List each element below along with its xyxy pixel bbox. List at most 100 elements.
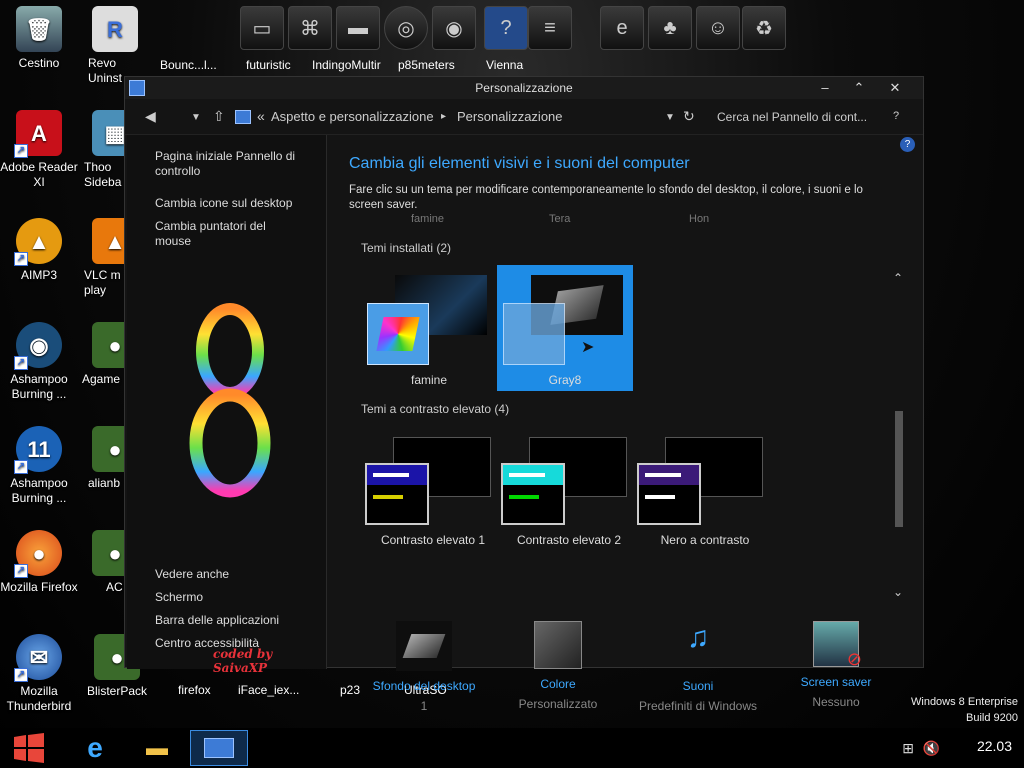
desktop-icon-thunderbird[interactable]: ✉ ↗ Mozilla Thunderbird <box>0 634 78 714</box>
desktop-icon-recycle-bin[interactable]: 🗑 Cestino <box>0 6 78 71</box>
theme-high-contrast-2[interactable]: Contrasto elevato 2 <box>501 437 637 557</box>
hc-title-bar <box>503 465 563 485</box>
screen-saver-setting[interactable]: ⊘ Screen saver Nessuno <box>771 621 901 709</box>
address-dropdown-icon[interactable]: ▼ <box>665 112 675 123</box>
desktop-icon-thoo[interactable]: ▦ Thoo Sideba <box>78 110 138 190</box>
credit-text: coded by SaivaXP <box>213 647 273 675</box>
desktop-icon-aimp[interactable]: ▲ ↗ AIMP3 <box>0 218 78 283</box>
control-panel-home-link[interactable]: Pagina iniziale Pannello di controllo <box>155 149 305 179</box>
partial-theme-label: Hon <box>689 213 710 225</box>
color-swatch-icon <box>534 621 582 669</box>
scrollbar-thumb[interactable] <box>895 411 903 527</box>
change-desktop-icons-link[interactable]: Cambia icone sul desktop <box>155 196 305 211</box>
breadcrumb-prefix[interactable]: « <box>257 108 265 124</box>
breadcrumb-separator[interactable]: ▸ <box>441 111 446 122</box>
scroll-up-icon[interactable]: ⌃ <box>893 271 903 285</box>
top-label[interactable]: p85meters <box>398 58 455 72</box>
dock-icon-gauge[interactable]: ◎ <box>384 6 428 50</box>
location-icon <box>235 110 251 124</box>
dock-icon-user[interactable]: ☺ <box>696 6 740 50</box>
taskbar-link[interactable]: Barra delle applicazioni <box>155 613 305 628</box>
desktop-background-setting[interactable]: Sfondo del desktop 1 <box>359 621 489 713</box>
help-circle-icon[interactable]: ? <box>900 137 915 152</box>
partial-theme-label: Tera <box>549 213 571 225</box>
title-bar[interactable]: Personalizzazione – ⌃ ✕ <box>125 77 923 99</box>
file-explorer-icon[interactable]: ▬ <box>128 730 186 766</box>
desktop-icon-adobe-reader[interactable]: A ↗ Adobe Reader XI <box>0 110 78 190</box>
see-also-heading: Vedere anche <box>155 567 230 581</box>
desktop-icon-vlc[interactable]: ▲ VLC m play <box>78 218 138 298</box>
system-clock[interactable]: 22.03 <box>977 738 1012 754</box>
theme-label: Gray8 <box>548 373 582 387</box>
navigation-bar: ◀ ▼ ⇧ « Aspetto e personalizzazione ▸ Pe… <box>125 99 923 135</box>
dock-icon-ie[interactable]: e <box>600 6 644 50</box>
minimize-button[interactable]: – <box>807 77 843 99</box>
top-label[interactable]: Vienna <box>486 58 523 72</box>
theme-high-contrast-black[interactable]: Nero a contrasto <box>637 437 773 557</box>
recycle-bin-icon: 🗑 <box>16 6 62 52</box>
dock-icon-recycle[interactable]: ♻ <box>742 6 786 50</box>
task-sidebar: Pagina iniziale Pannello di controllo Ca… <box>127 135 327 675</box>
top-label[interactable]: Bounc...l... <box>160 58 217 72</box>
hc-title-bar <box>639 465 699 485</box>
desktop-label[interactable]: firefox <box>178 683 211 697</box>
dock-icon-camera[interactable]: ◉ <box>432 6 476 50</box>
dock-icon-shirt[interactable]: ♣ <box>648 6 692 50</box>
themes-scrollbar[interactable]: ⌃ ⌄ <box>893 271 903 601</box>
breadcrumb-item[interactable]: Personalizzazione <box>457 109 563 124</box>
aimp-icon: ▲ ↗ <box>14 218 62 266</box>
change-mouse-pointers-link[interactable]: Cambia puntatori del mouse <box>155 219 305 249</box>
scroll-down-icon[interactable]: ⌄ <box>893 585 903 599</box>
close-button[interactable]: ✕ <box>877 77 913 99</box>
refresh-icon[interactable]: ↻ <box>683 108 695 125</box>
start-windows-icon[interactable] <box>0 730 58 766</box>
partial-theme-label: famine <box>411 213 445 225</box>
desktop-label[interactable]: p23 <box>340 683 360 697</box>
recent-dropdown-icon[interactable]: ▼ <box>191 112 201 123</box>
search-input[interactable]: Cerca nel Pannello di cont... <box>717 110 867 124</box>
help-button[interactable]: ? <box>893 110 899 122</box>
theme-high-contrast-1[interactable]: Contrasto elevato 1 <box>365 437 501 557</box>
theme-label: famine <box>410 373 448 387</box>
sounds-setting[interactable]: ♫ Suoni Predefiniti di Windows <box>633 621 763 713</box>
desktop-icon-ashampoo-2[interactable]: 11 ↗ Ashampoo Burning ... <box>0 426 78 506</box>
firefox-icon: ● ↗ <box>14 530 62 578</box>
desktop-icon-ashampoo-1[interactable]: ◉ ↗ Ashampoo Burning ... <box>0 322 78 402</box>
window-title: Personalizzazione <box>475 81 573 95</box>
volume-muted-icon[interactable]: 🔇 <box>923 740 940 757</box>
internet-explorer-icon[interactable]: e <box>66 730 124 766</box>
top-label[interactable]: futuristic <box>246 58 291 72</box>
desktop-icon-firefox[interactable]: ● ↗ Mozilla Firefox <box>0 530 78 595</box>
desktop-icon-revo[interactable]: R Revo Uninst <box>78 6 138 86</box>
mouse-cursor-icon: ➤ <box>581 339 595 356</box>
dock-icon-network[interactable]: ⌘ <box>288 6 332 50</box>
maximize-button[interactable]: ⌃ <box>841 77 877 99</box>
color-setting[interactable]: Colore Personalizzato <box>493 621 623 711</box>
network-icon[interactable]: ⊞ <box>902 740 914 757</box>
dock-icon-folder[interactable]: ▬ <box>336 6 380 50</box>
desktop-icon-ac[interactable]: ● AC <box>78 530 138 595</box>
build-watermark: Build 9200 <box>966 712 1018 724</box>
control-panel-taskbar-icon[interactable] <box>190 730 248 766</box>
desktop-icon-agame[interactable]: ● Agame <box>78 322 138 387</box>
windows-8-logo <box>185 301 275 501</box>
theme-gray8[interactable]: ➤ Gray8 <box>497 265 633 391</box>
back-button[interactable]: ◀ <box>145 108 156 125</box>
desktop-icon-alianb[interactable]: ● alianb <box>78 426 138 491</box>
theme-famine[interactable]: famine <box>361 265 497 391</box>
display-link[interactable]: Schermo <box>155 590 305 605</box>
theme-label: Contrasto elevato 1 <box>380 533 486 547</box>
dock-icon-monitor[interactable]: ▭ <box>240 6 284 50</box>
ashampoo-icon: ◉ ↗ <box>14 322 62 370</box>
desktop-label[interactable]: iFace_iex... <box>238 683 299 697</box>
dock-icon-sliders[interactable]: ≡ <box>528 6 572 50</box>
hc-title-bar <box>367 465 427 485</box>
dock-icon-help[interactable]: ? <box>484 6 528 50</box>
up-button[interactable]: ⇧ <box>213 108 225 125</box>
top-label[interactable]: IndingoMultir <box>312 58 381 72</box>
thunderbird-icon: ✉ ↗ <box>14 634 62 682</box>
taskbar: e ▬ ⊞ 🔇 22.03 <box>0 728 1024 768</box>
theme-label: Nero a contrasto <box>660 533 750 547</box>
windows-edition-watermark: Windows 8 Enterprise <box>911 696 1018 708</box>
breadcrumb-item[interactable]: Aspetto e personalizzazione <box>271 109 434 124</box>
